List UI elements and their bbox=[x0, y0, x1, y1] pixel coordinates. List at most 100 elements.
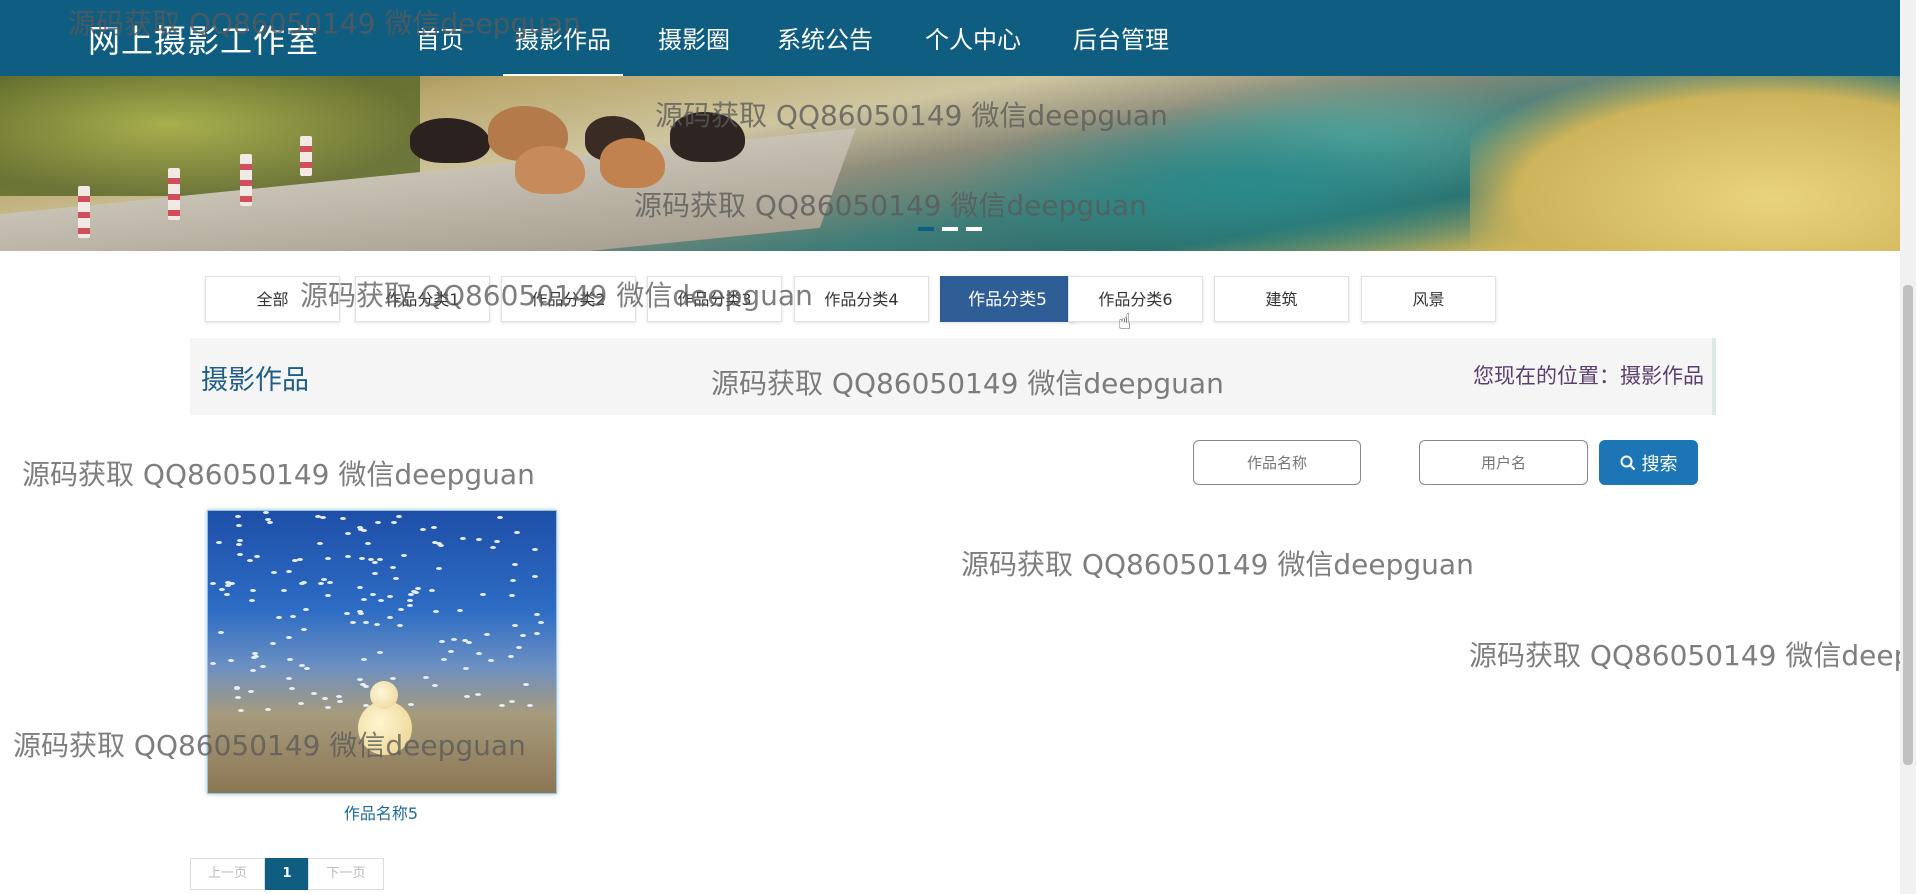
bird bbox=[360, 683, 366, 686]
bird bbox=[514, 531, 520, 534]
bird bbox=[509, 700, 515, 703]
page-number-current[interactable]: 1 bbox=[265, 858, 309, 890]
nav-item-announcements[interactable]: 系统公告 bbox=[777, 20, 873, 55]
bird bbox=[488, 659, 494, 662]
bird bbox=[420, 528, 426, 531]
bird bbox=[252, 652, 258, 655]
bird bbox=[265, 708, 271, 711]
bird bbox=[225, 581, 231, 584]
bird bbox=[377, 558, 383, 561]
category-1[interactable]: 作品分类1 bbox=[355, 276, 490, 322]
bird bbox=[411, 590, 417, 593]
bird bbox=[247, 559, 253, 562]
prev-page-button[interactable]: 上一页 bbox=[190, 858, 265, 890]
bird bbox=[462, 639, 468, 642]
bird bbox=[433, 610, 439, 613]
bird bbox=[345, 555, 351, 558]
category-6[interactable]: 作品分类6 bbox=[1068, 276, 1203, 322]
bird bbox=[480, 593, 486, 596]
bird bbox=[218, 631, 224, 634]
bird bbox=[276, 616, 282, 619]
road-post bbox=[168, 168, 180, 220]
category-5[interactable]: 作品分类5 bbox=[940, 276, 1075, 322]
scrollbar-thumb[interactable] bbox=[1903, 285, 1913, 765]
bird bbox=[387, 595, 393, 598]
bird bbox=[249, 599, 255, 602]
bird bbox=[429, 589, 435, 592]
bird bbox=[499, 704, 505, 707]
bird bbox=[325, 557, 331, 560]
bird bbox=[337, 700, 343, 703]
carousel-dot[interactable] bbox=[942, 227, 958, 231]
bird bbox=[464, 695, 470, 698]
bird bbox=[516, 646, 522, 649]
section-header: 摄影作品 您现在的位置：摄影作品 bbox=[190, 338, 1716, 415]
bird bbox=[304, 667, 310, 670]
bird bbox=[298, 702, 304, 705]
bird bbox=[344, 612, 350, 615]
work-title[interactable]: 作品名称5 bbox=[207, 800, 555, 824]
category-2[interactable]: 作品分类2 bbox=[501, 276, 636, 322]
category-landscape[interactable]: 风景 bbox=[1361, 276, 1496, 322]
breadcrumb: 您现在的位置：摄影作品 bbox=[1473, 364, 1704, 388]
bird bbox=[523, 683, 529, 686]
cow bbox=[410, 118, 490, 163]
search-button[interactable]: 搜索 bbox=[1599, 440, 1698, 485]
nav-item-home[interactable]: 首页 bbox=[416, 20, 464, 55]
carousel-dot[interactable] bbox=[966, 227, 982, 231]
bird bbox=[253, 655, 259, 658]
nav-item-circle[interactable]: 摄影圈 bbox=[658, 20, 730, 55]
work-image[interactable] bbox=[207, 510, 557, 794]
cow bbox=[515, 146, 585, 194]
username-input[interactable] bbox=[1419, 440, 1588, 485]
bird bbox=[460, 537, 466, 540]
bird bbox=[236, 543, 242, 546]
next-page-button[interactable]: 下一页 bbox=[308, 858, 384, 890]
carousel-dot[interactable] bbox=[918, 227, 934, 231]
road-post bbox=[78, 186, 90, 238]
bird bbox=[538, 621, 544, 624]
site-brand[interactable]: 网上摄影工作室 bbox=[88, 16, 319, 62]
bird bbox=[532, 548, 538, 551]
bird bbox=[235, 515, 241, 518]
banner-carousel[interactable] bbox=[0, 76, 1900, 251]
bird bbox=[361, 598, 367, 601]
search-icon bbox=[1620, 455, 1635, 470]
work-name-input[interactable] bbox=[1193, 440, 1361, 485]
bird bbox=[238, 709, 244, 712]
bird bbox=[290, 615, 296, 618]
bird bbox=[451, 638, 457, 641]
bird bbox=[216, 541, 222, 544]
bird bbox=[265, 518, 271, 521]
bird bbox=[396, 515, 402, 518]
bird bbox=[387, 616, 393, 619]
bird bbox=[289, 687, 295, 690]
bird bbox=[457, 609, 463, 612]
category-4[interactable]: 作品分类4 bbox=[794, 276, 929, 322]
bird bbox=[320, 516, 326, 519]
bird bbox=[365, 542, 371, 545]
bird bbox=[476, 652, 482, 655]
carousel-indicators bbox=[918, 216, 990, 235]
nav-item-admin[interactable]: 后台管理 bbox=[1073, 20, 1169, 55]
bird bbox=[448, 650, 454, 653]
page-title: 摄影作品 bbox=[201, 365, 309, 396]
bird bbox=[508, 655, 514, 658]
bird bbox=[463, 667, 469, 670]
bird bbox=[432, 541, 438, 544]
cow bbox=[600, 138, 665, 188]
nav-item-works[interactable]: 摄影作品 bbox=[503, 20, 623, 77]
bird bbox=[286, 636, 292, 639]
bird bbox=[484, 633, 490, 636]
bird bbox=[317, 542, 323, 545]
bird bbox=[527, 704, 533, 707]
category-all[interactable]: 全部 bbox=[205, 276, 340, 322]
bird bbox=[318, 582, 324, 585]
bird bbox=[228, 659, 234, 662]
chick-body bbox=[358, 701, 412, 755]
category-3[interactable]: 作品分类3 bbox=[647, 276, 782, 322]
category-architecture[interactable]: 建筑 bbox=[1214, 276, 1349, 322]
nav-item-profile[interactable]: 个人中心 bbox=[925, 20, 1021, 55]
bird bbox=[254, 555, 260, 558]
bird bbox=[407, 599, 413, 602]
